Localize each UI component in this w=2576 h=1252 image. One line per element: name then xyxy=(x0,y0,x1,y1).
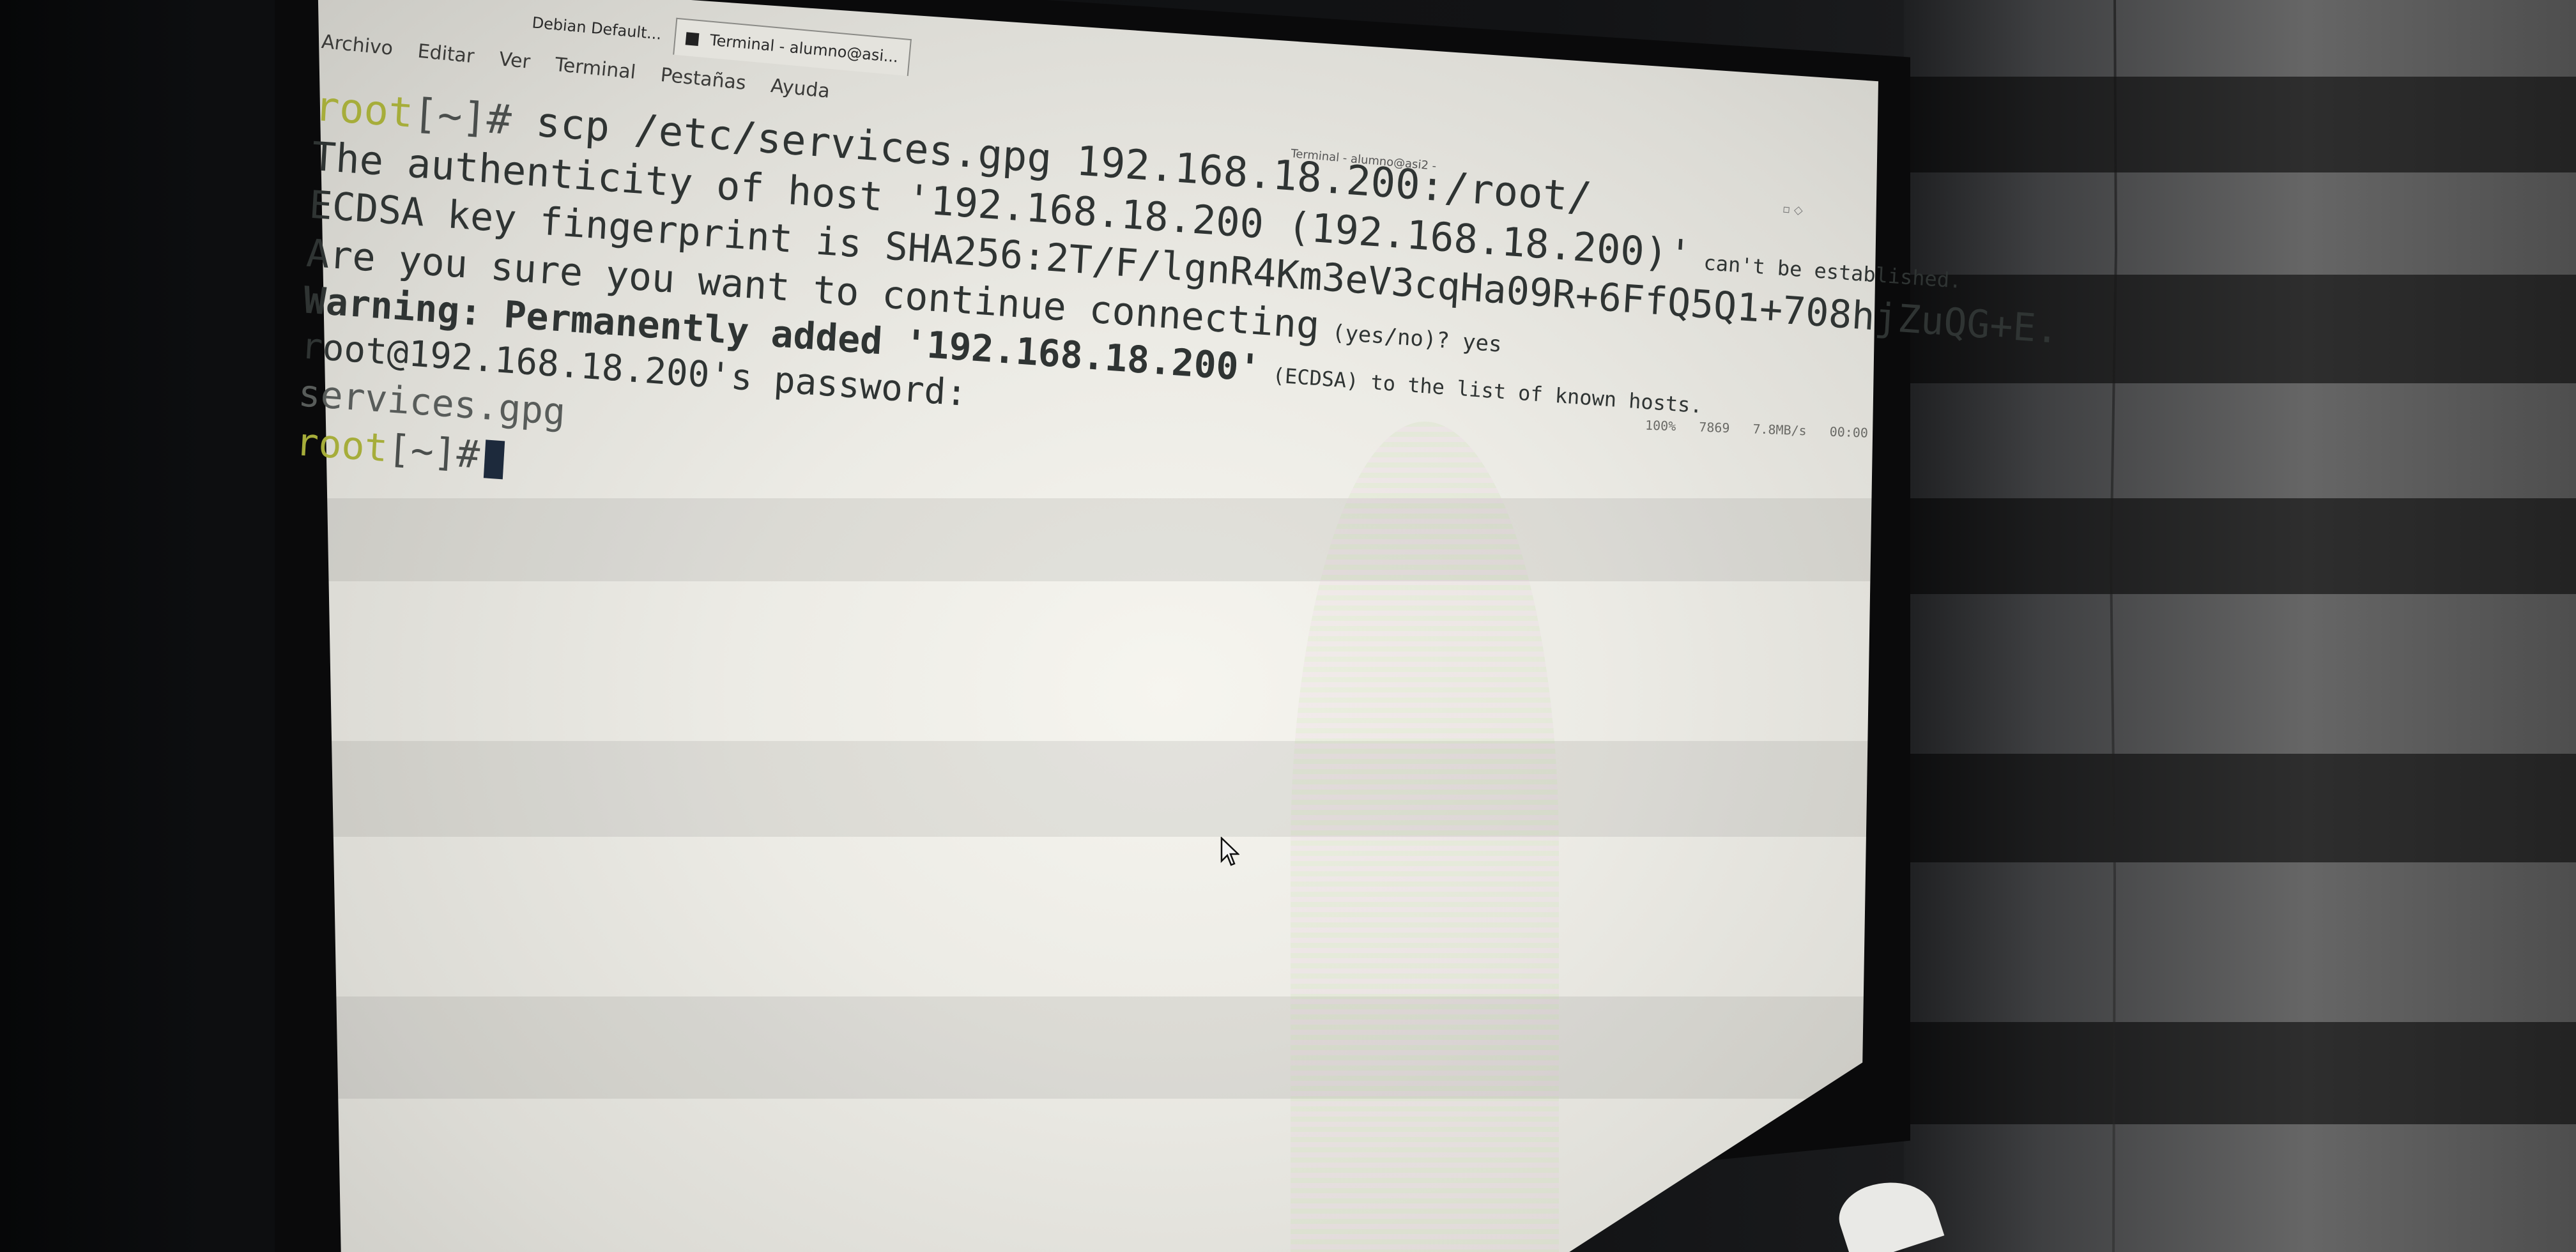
prompt-symbol: [~]# xyxy=(411,90,513,144)
tab-debian-default[interactable]: Debian Default... xyxy=(520,4,673,53)
menu-editar[interactable]: Editar xyxy=(417,40,475,68)
shadow-stripe xyxy=(1891,498,2576,594)
light-band xyxy=(318,741,1878,837)
shadow-stripe xyxy=(1891,1022,2576,1124)
prompt-user: root xyxy=(313,83,415,137)
transfer-rate: 7.8MB/s xyxy=(1752,421,1807,439)
prompt-symbol: [~]# xyxy=(386,426,481,478)
transfer-time: 00:00 xyxy=(1829,424,1869,441)
output-text-small: (ECDSA) to the list of known hosts. xyxy=(1259,362,1703,418)
light-band xyxy=(318,996,1878,1099)
terminal-output[interactable]: root[~]# scp /etc/services.gpg 192.168.1… xyxy=(287,83,2060,703)
output-text-small: (yes/no)? yes xyxy=(1318,319,1503,358)
photo-scene: Debian Default... Terminal - alumno@asi.… xyxy=(0,0,2576,1252)
prompt-user: root xyxy=(294,420,389,471)
transfer-size: 7869 xyxy=(1698,419,1730,436)
shadow-stripe xyxy=(1891,77,2576,172)
menu-ver[interactable]: Ver xyxy=(498,48,531,73)
mouse-pointer-icon xyxy=(1220,837,1239,866)
shadow-stripe xyxy=(1891,754,2576,862)
final-prompt-line: root[~]# xyxy=(294,420,505,480)
tab-label: Terminal - alumno@asi... xyxy=(709,31,900,66)
text-cursor xyxy=(483,439,505,480)
tab-label: Debian Default... xyxy=(531,13,663,43)
terminal-icon xyxy=(685,32,700,47)
transfer-percent: 100% xyxy=(1644,417,1676,434)
